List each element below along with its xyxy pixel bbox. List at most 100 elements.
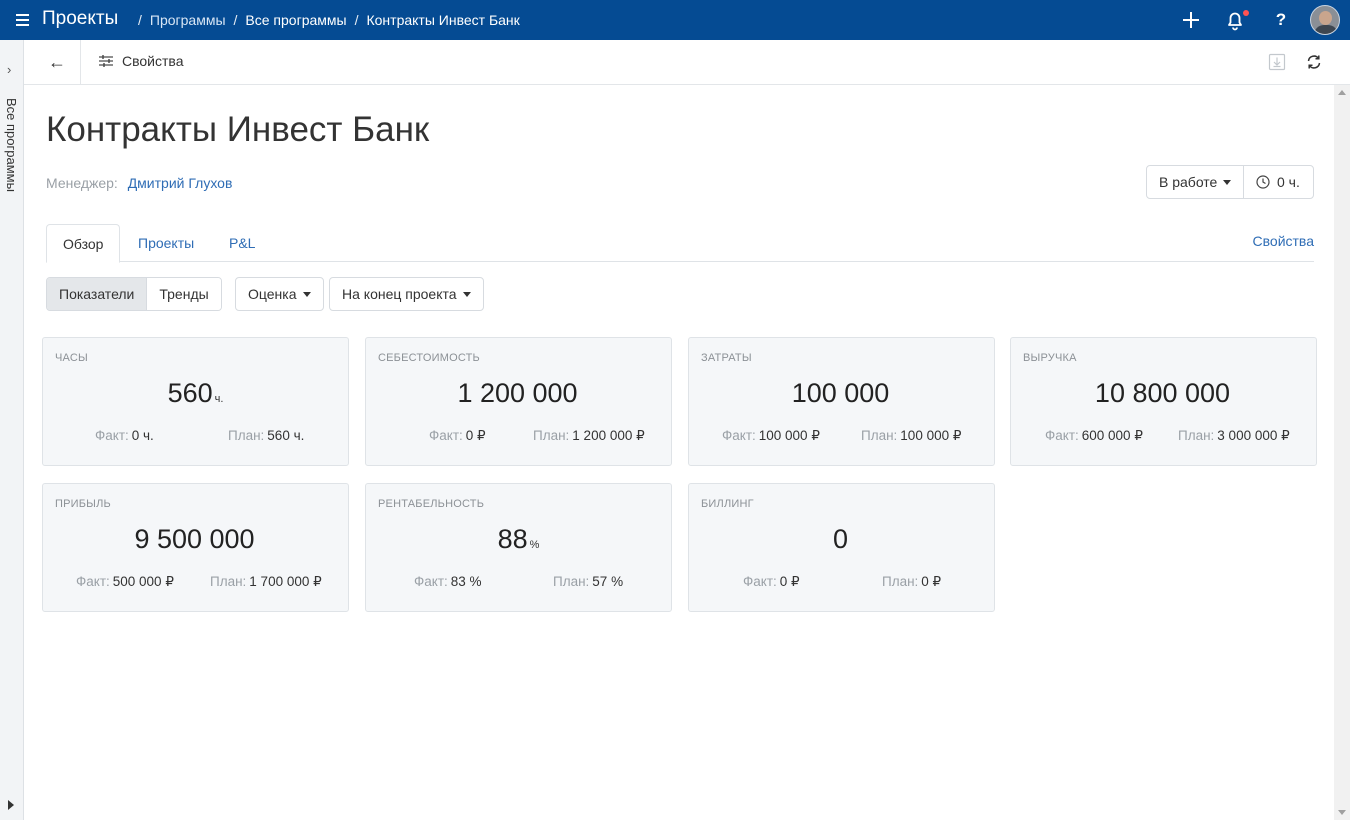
status-dropdown[interactable]: В работе (1147, 166, 1244, 198)
tab-pnl[interactable]: P&L (213, 224, 271, 262)
fact-label: Факт: (429, 428, 463, 443)
notification-dot (1243, 10, 1249, 16)
download-button[interactable] (1268, 53, 1286, 76)
card-label: ВЫРУЧКА (1023, 352, 1077, 364)
plan-label: План: (1178, 428, 1215, 443)
card-value: 560 (167, 378, 213, 408)
plan-label: План: (210, 574, 247, 589)
tab-projects[interactable]: Проекты (122, 224, 210, 262)
plan-value: 57 % (592, 574, 624, 589)
expand-chevron-icon[interactable]: › (7, 62, 11, 77)
plan-label: План: (533, 428, 570, 443)
app-title[interactable]: Проекты (42, 8, 118, 30)
fact-value: 0 ₽ (779, 574, 800, 589)
plan-value: 1 700 000 ₽ (249, 574, 322, 589)
top-bar: Проекты / Программы / Все программы / Ко… (0, 0, 1350, 40)
manager-line: Менеджер: Дмитрий Глухов (46, 175, 232, 191)
refresh-button[interactable] (1305, 53, 1323, 76)
fact-label: Факт: (76, 574, 110, 589)
fact-label: Факт: (722, 428, 756, 443)
plan-value: 560 ч. (267, 428, 305, 443)
metric-card-revenue: ВЫРУЧКА 10 800 000 Факт: 600 000 ₽ План: 3… (1010, 337, 1317, 466)
metric-card-profitability: РЕНТАБЕЛЬНОСТЬ 88% Факт: 83 % План: 57 % (365, 483, 672, 612)
card-unit: % (529, 539, 540, 551)
fact-label: Факт: (1045, 428, 1079, 443)
time-button[interactable]: 0 ч. (1244, 166, 1313, 198)
breadcrumb-item-all-programs[interactable]: Все программы (245, 12, 346, 28)
scroll-up-arrow-icon[interactable] (1338, 90, 1346, 95)
rail-label-all-programs[interactable]: Все программы (4, 98, 19, 192)
breadcrumb-separator: / (138, 12, 142, 28)
breadcrumb-item-programs[interactable]: Программы (150, 12, 226, 28)
card-value: 0 (832, 524, 849, 554)
metric-card-expenses: ЗАТРАТЫ 100 000 Факт: 100 000 ₽ План: 100 … (688, 337, 995, 466)
download-icon (1268, 53, 1286, 71)
tab-bar: Обзор Проекты P&L Свойства (46, 224, 1314, 263)
hamburger-menu-icon[interactable] (14, 11, 32, 29)
properties-link[interactable]: Свойства (1253, 233, 1314, 249)
plan-value: 0 ₽ (921, 574, 942, 589)
metric-card-cost-price: СЕБЕСТОИМОСТЬ 1 200 000 Факт: 0 ₽ План: 1 … (365, 337, 672, 466)
metric-card-profit: ПРИБЫЛЬ 9 500 000 Факт: 500 000 ₽ План: 1 … (42, 483, 349, 612)
caret-down-icon (302, 291, 311, 297)
card-value: 9 500 000 (134, 524, 255, 554)
refresh-icon (1307, 55, 1321, 69)
fact-value: 0 ₽ (465, 428, 486, 443)
clock-icon (1256, 175, 1270, 189)
plan-label: План: (553, 574, 590, 589)
view-toggle: Показатели Тренды (46, 277, 222, 311)
card-value: 1 200 000 (457, 378, 578, 408)
collapse-arrow-icon[interactable] (8, 800, 14, 810)
caret-down-icon (462, 291, 471, 297)
estimate-dropdown[interactable]: Оценка (235, 277, 324, 311)
card-label: ПРИБЫЛЬ (55, 498, 111, 510)
card-unit: ч. (214, 393, 224, 405)
plan-label: План: (861, 428, 898, 443)
vertical-scrollbar[interactable] (1334, 85, 1350, 820)
card-value: 100 000 (791, 378, 890, 408)
fact-value: 600 000 ₽ (1081, 428, 1143, 443)
breadcrumb-separator: / (233, 12, 238, 28)
scroll-down-arrow-icon[interactable] (1338, 810, 1346, 815)
metric-card-billing: БИЛЛИНГ 0 Факт: 0 ₽ План: 0 ₽ (688, 483, 995, 612)
fact-value: 0 ч. (131, 428, 154, 443)
manager-label: Менеджер: (46, 175, 118, 191)
properties-label: Свойства (122, 53, 184, 69)
breadcrumb-item-current: Контракты Инвест Банк (366, 12, 520, 28)
metric-card-hours: ЧАСЫ 560 ч. Факт: 0 ч. План: 560 ч. (42, 337, 349, 466)
card-value: 88 (497, 524, 528, 554)
tab-overview[interactable]: Обзор (46, 224, 121, 263)
fact-value: 100 000 ₽ (758, 428, 820, 443)
card-label: СЕБЕСТОИМОСТЬ (378, 352, 480, 364)
card-label: РЕНТАБЕЛЬНОСТЬ (378, 498, 485, 510)
status-value: В работе (1159, 174, 1218, 190)
time-value: 0 ч. (1277, 174, 1300, 190)
fact-value: 500 000 ₽ (112, 574, 174, 589)
toggle-trends[interactable]: Тренды (147, 278, 221, 310)
plan-label: План: (882, 574, 919, 589)
fact-label: Факт: (95, 428, 129, 443)
plan-value: 1 200 000 ₽ (572, 428, 645, 443)
caret-down-icon (1223, 179, 1232, 185)
card-value: 10 800 000 (1094, 378, 1231, 408)
toggle-indicators[interactable]: Показатели (47, 278, 148, 310)
properties-button[interactable]: Свойства (98, 53, 183, 69)
plan-value: 100 000 ₽ (900, 428, 962, 443)
left-rail: › Все программы (0, 40, 24, 820)
add-icon[interactable] (1180, 9, 1202, 31)
card-label: ЗАТРАТЫ (701, 352, 752, 364)
period-dropdown-label: На конец проекта (342, 286, 457, 302)
toolbar: ← Свойства (24, 40, 1350, 85)
breadcrumb-separator: / (354, 12, 359, 28)
status-group: В работе 0 ч. (1146, 165, 1314, 199)
back-button[interactable]: ← (48, 52, 70, 72)
manager-link[interactable]: Дмитрий Глухов (128, 175, 233, 191)
plan-value: 3 000 000 ₽ (1217, 428, 1290, 443)
fact-label: Факт: (414, 574, 448, 589)
fact-value: 83 % (450, 574, 482, 589)
help-icon[interactable]: ? (1270, 9, 1292, 31)
estimate-dropdown-label: Оценка (248, 286, 297, 302)
plan-label: План: (228, 428, 265, 443)
period-dropdown[interactable]: На конец проекта (329, 277, 484, 311)
user-avatar[interactable] (1310, 5, 1340, 35)
